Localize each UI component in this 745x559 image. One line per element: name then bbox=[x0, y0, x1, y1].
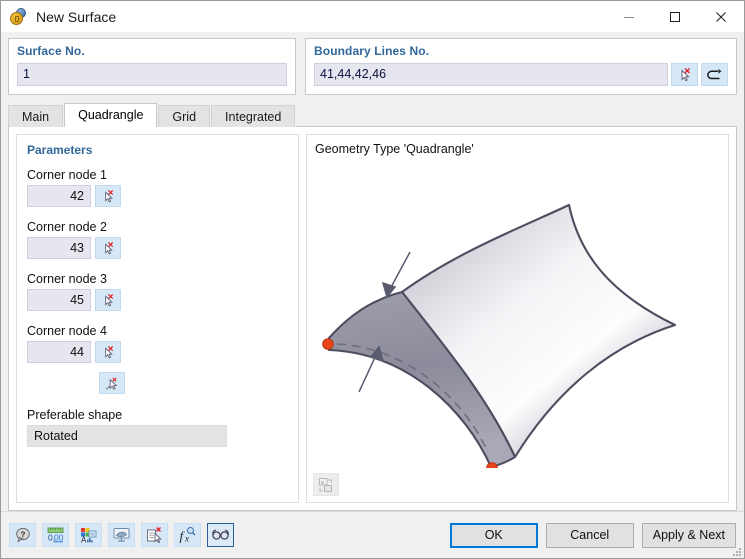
boundary-lines-label: Boundary Lines No. bbox=[314, 44, 430, 58]
surface-number-group: Surface No. 1 bbox=[8, 38, 296, 95]
corner-node-2-label: Corner node 2 bbox=[27, 220, 107, 234]
surface-preview-image bbox=[307, 157, 728, 468]
tab-main[interactable]: Main bbox=[8, 105, 64, 127]
svg-text:x: x bbox=[184, 534, 189, 544]
svg-text:?: ? bbox=[20, 530, 25, 539]
preferable-shape-value: Rotated bbox=[27, 425, 227, 447]
apply-next-button[interactable]: Apply & Next bbox=[641, 522, 736, 548]
boundary-lines-input[interactable]: 41,44,42,46 bbox=[314, 63, 668, 86]
footer-bar: ? 0, 00 A f x OK Cancel Apply & Next bbox=[1, 511, 744, 558]
preferable-shape-label: Preferable shape bbox=[27, 408, 123, 422]
corner-node-2-input[interactable]: 43 bbox=[27, 237, 91, 259]
corner-node-3-pick-cursor-icon[interactable] bbox=[95, 289, 121, 311]
corner-node-4-group: Corner node 4 44 bbox=[27, 324, 288, 363]
corner-node-1-group: Corner node 1 42 bbox=[27, 168, 288, 207]
units-decimals-icon[interactable]: 0, 00 bbox=[42, 523, 69, 547]
close-icon[interactable] bbox=[698, 1, 744, 32]
preview-settings-icon[interactable] bbox=[313, 473, 339, 496]
pick-multiple-nodes-icon[interactable] bbox=[99, 372, 125, 394]
help-icon[interactable]: ? bbox=[9, 523, 36, 547]
parameters-title: Parameters bbox=[27, 143, 93, 157]
clear-details-icon[interactable] bbox=[141, 523, 168, 547]
preferable-shape-group: Preferable shape Rotated bbox=[27, 408, 288, 447]
maximize-icon[interactable] bbox=[652, 1, 698, 32]
display-properties-icon[interactable]: A bbox=[75, 523, 102, 547]
corner-node-4-input[interactable]: 44 bbox=[27, 341, 91, 363]
surface-icon bbox=[10, 7, 28, 26]
geometry-type-title: Geometry Type 'Quadrangle' bbox=[315, 142, 474, 156]
view-mode-icon[interactable] bbox=[108, 523, 135, 547]
corner-node-1-pick-cursor-icon[interactable] bbox=[95, 185, 121, 207]
boundary-lines-group: Boundary Lines No. 41,44,42,46 bbox=[305, 38, 737, 95]
minimize-icon[interactable] bbox=[606, 1, 652, 32]
window-controls bbox=[606, 1, 744, 32]
tab-strip-filler bbox=[296, 126, 737, 127]
corner-node-2-pick-cursor-icon[interactable] bbox=[95, 237, 121, 259]
corner-node-3-group: Corner node 3 45 bbox=[27, 272, 288, 311]
corner-node-3-input[interactable]: 45 bbox=[27, 289, 91, 311]
corner-node-3-label: Corner node 3 bbox=[27, 272, 107, 286]
svg-text:00: 00 bbox=[54, 533, 64, 543]
tab-zone: Main Quadrangle Grid Integrated Paramete… bbox=[1, 95, 744, 511]
svg-text:A: A bbox=[81, 536, 87, 545]
corner-node-1-input[interactable]: 42 bbox=[27, 185, 91, 207]
title-bar: New Surface bbox=[1, 1, 744, 32]
formula-icon[interactable]: f x bbox=[174, 523, 201, 547]
top-fields-zone: Surface No. 1 Boundary Lines No. 41,44,4… bbox=[1, 32, 744, 95]
undo-arrow-icon[interactable] bbox=[701, 63, 728, 86]
tab-integrated[interactable]: Integrated bbox=[211, 105, 296, 127]
footer-toolbar: ? 0, 00 A f x bbox=[9, 523, 234, 547]
pick-multiple-nodes-row bbox=[95, 372, 288, 394]
tab-page-quadrangle: Parameters Corner node 1 42 Corner node … bbox=[8, 127, 737, 511]
corner-node-2-group: Corner node 2 43 bbox=[27, 220, 288, 259]
parameters-panel: Parameters Corner node 1 42 Corner node … bbox=[16, 134, 299, 503]
tab-strip: Main Quadrangle Grid Integrated bbox=[8, 103, 737, 127]
dialog-action-buttons: OK Cancel Apply & Next bbox=[449, 522, 736, 548]
corner-node-4-label: Corner node 4 bbox=[27, 324, 107, 338]
quadrangle-surface-illustration bbox=[322, 203, 677, 468]
resize-grip[interactable] bbox=[731, 546, 741, 556]
surface-number-label: Surface No. bbox=[17, 44, 85, 58]
tab-quadrangle[interactable]: Quadrangle bbox=[64, 103, 158, 127]
cancel-button[interactable]: Cancel bbox=[545, 522, 634, 548]
tab-grid[interactable]: Grid bbox=[158, 105, 211, 127]
window-title: New Surface bbox=[36, 8, 117, 25]
geometry-preview-panel: Geometry Type 'Quadrangle' bbox=[306, 134, 729, 503]
surface-number-input[interactable]: 1 bbox=[17, 63, 287, 86]
ok-button[interactable]: OK bbox=[449, 522, 538, 548]
pick-cursor-icon[interactable] bbox=[671, 63, 698, 86]
new-surface-dialog: New Surface Surface No. 1 Boundary Lines… bbox=[0, 0, 745, 559]
visibility-glasses-icon[interactable] bbox=[207, 523, 234, 547]
corner-node-4-pick-cursor-icon[interactable] bbox=[95, 341, 121, 363]
corner-node-1-label: Corner node 1 bbox=[27, 168, 107, 182]
